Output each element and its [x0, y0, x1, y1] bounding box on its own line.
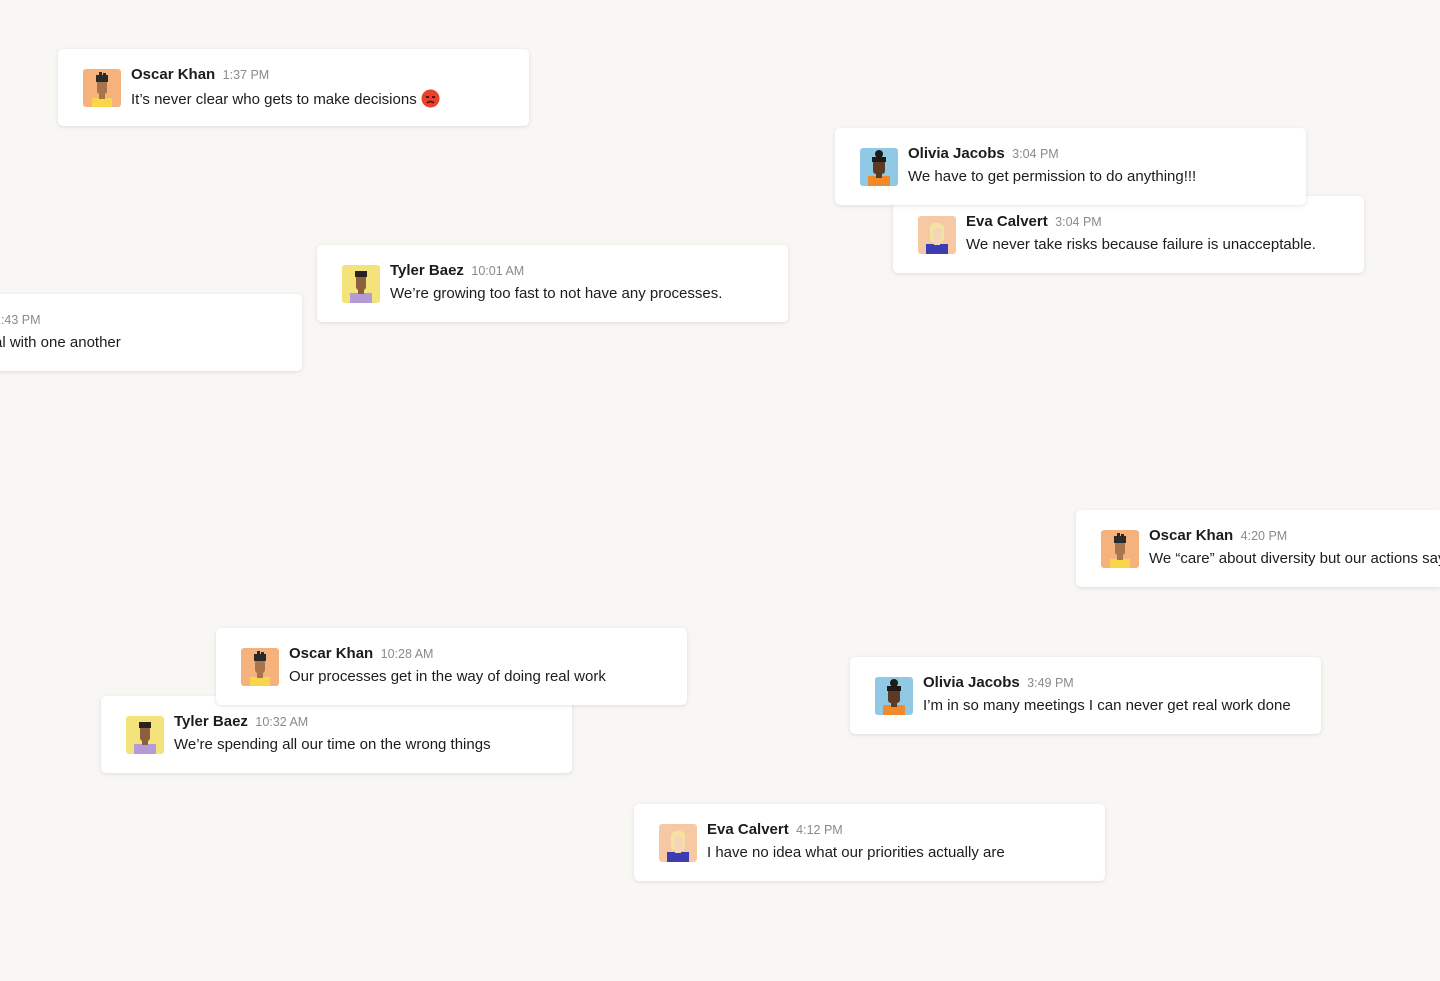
author-name[interactable]: Olivia Jacobs: [923, 674, 1020, 691]
avatar[interactable]: [659, 824, 697, 862]
message-card[interactable]: Olivia Jacobs 3:49 PM I’m in so many mee…: [850, 657, 1321, 734]
message-header: Oscar Khan 10:28 AM: [289, 645, 433, 663]
message-card[interactable]: Oscar Khan 1:37 PM It’s never clear who …: [58, 49, 529, 126]
message-body: Our processes get in the way of doing re…: [289, 668, 606, 685]
message-card[interactable]: Eva Calvert 3:04 PM We never take risks …: [893, 196, 1364, 273]
message-header: Tyler Baez 10:32 AM: [174, 713, 308, 731]
message-header: Eva Calvert 3:04 PM: [966, 213, 1102, 231]
message-body: I have no idea what our priorities actua…: [707, 844, 1005, 861]
timestamp[interactable]: 10:01 AM: [471, 264, 524, 278]
message-header: Olivia Jacobs 3:04 PM: [908, 145, 1059, 163]
message-body: We “care” about diversity but our action…: [1149, 550, 1440, 567]
message-card[interactable]: Olivia Jacobs 3:04 PM We have to get per…: [835, 128, 1306, 205]
message-body: I’m in so many meetings I can never get …: [923, 697, 1291, 714]
message-text: It’s never clear who gets to make decisi…: [131, 89, 440, 112]
message-body: We never take risks because failure is u…: [966, 236, 1316, 253]
message-header: Eva Calvert 4:12 PM: [707, 821, 843, 839]
avatar[interactable]: [1101, 530, 1139, 568]
avatar[interactable]: [342, 265, 380, 303]
timestamp[interactable]: 4:12 PM: [796, 823, 843, 837]
message-header: Olivia Jacobs 3:49 PM: [923, 674, 1074, 692]
message-body: We have to get permission to do anything…: [908, 168, 1197, 185]
message-card[interactable]: Tyler Baez 10:32 AM We’re spending all o…: [101, 696, 572, 773]
timestamp[interactable]: 3:49 PM: [1027, 676, 1074, 690]
message-body: We’re spending all our time on the wrong…: [174, 736, 491, 753]
message-card[interactable]: 1:43 PM al with one another: [0, 294, 302, 371]
message-card[interactable]: Oscar Khan 10:28 AM Our processes get in…: [216, 628, 687, 705]
avatar[interactable]: [241, 648, 279, 686]
timestamp[interactable]: 1:37 PM: [223, 68, 270, 82]
message-header: Tyler Baez 10:01 AM: [390, 262, 524, 280]
avatar[interactable]: [875, 677, 913, 715]
author-name[interactable]: Oscar Khan: [131, 66, 215, 83]
timestamp[interactable]: 10:28 AM: [381, 647, 434, 661]
message-header: 1:43 PM: [0, 311, 41, 329]
message-card[interactable]: Tyler Baez 10:01 AM We’re growing too fa…: [317, 245, 788, 322]
timestamp[interactable]: 4:20 PM: [1241, 529, 1288, 543]
author-name[interactable]: Oscar Khan: [289, 645, 373, 662]
avatar[interactable]: [83, 69, 121, 107]
message-body: It’s never clear who gets to make decisi…: [131, 91, 417, 108]
message-card[interactable]: Oscar Khan 4:20 PM We “care” about diver…: [1076, 510, 1440, 587]
author-name[interactable]: Tyler Baez: [174, 713, 248, 730]
avatar[interactable]: [918, 216, 956, 254]
timestamp[interactable]: 1:43 PM: [0, 313, 41, 327]
timestamp[interactable]: 3:04 PM: [1012, 147, 1059, 161]
message-body: al with one another: [0, 334, 121, 351]
message-body: We’re growing too fast to not have any p…: [390, 285, 723, 302]
message-header: Oscar Khan 4:20 PM: [1149, 527, 1287, 545]
avatar[interactable]: [126, 716, 164, 754]
author-name[interactable]: Eva Calvert: [707, 821, 789, 838]
avatar[interactable]: [860, 148, 898, 186]
author-name[interactable]: Eva Calvert: [966, 213, 1048, 230]
timestamp[interactable]: 10:32 AM: [255, 715, 308, 729]
angry-face-icon: [421, 89, 440, 112]
message-card[interactable]: Eva Calvert 4:12 PM I have no idea what …: [634, 804, 1105, 881]
author-name[interactable]: Tyler Baez: [390, 262, 464, 279]
author-name[interactable]: Oscar Khan: [1149, 527, 1233, 544]
author-name[interactable]: Olivia Jacobs: [908, 145, 1005, 162]
timestamp[interactable]: 3:04 PM: [1055, 215, 1102, 229]
message-header: Oscar Khan 1:37 PM: [131, 66, 269, 84]
